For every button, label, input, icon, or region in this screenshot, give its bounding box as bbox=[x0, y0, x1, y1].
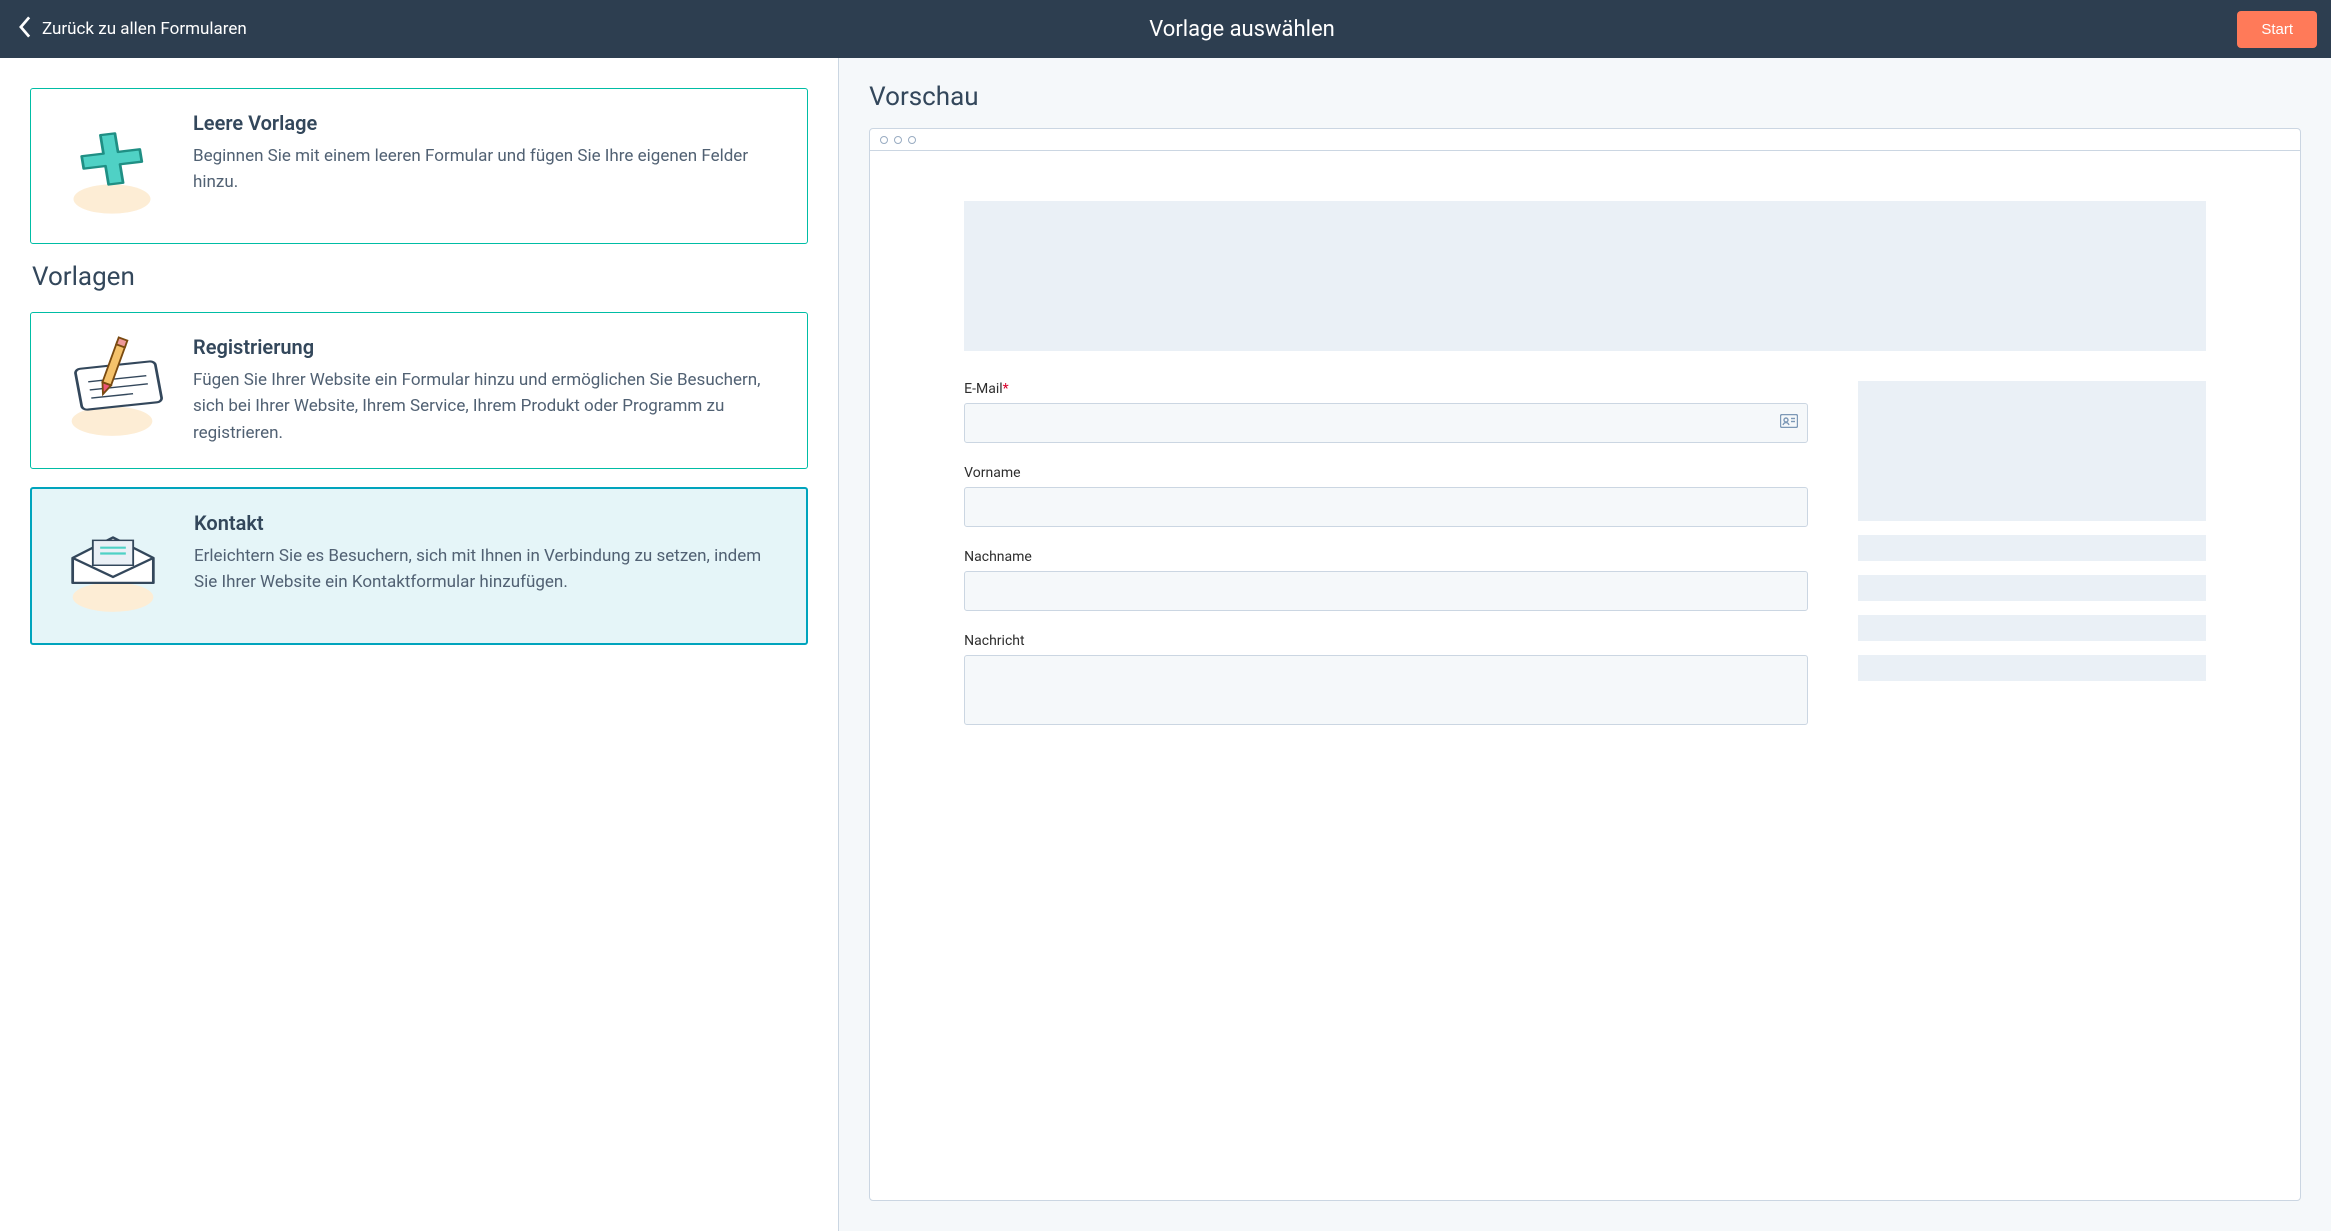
back-link-label: Zurück zu allen Formularen bbox=[42, 19, 247, 39]
field-label: E-Mail* bbox=[964, 381, 1808, 397]
skeleton-line bbox=[1858, 575, 2206, 601]
clipboard-pen-icon bbox=[57, 335, 167, 445]
skeleton-hero bbox=[964, 201, 2206, 351]
preview-frame: E-Mail* Vorname bbox=[869, 128, 2301, 1201]
window-dot-icon bbox=[880, 136, 888, 144]
template-card-content: Kontakt Erleichtern Sie es Besuchern, si… bbox=[194, 511, 780, 596]
template-card-content: Registrierung Fügen Sie Ihrer Website ei… bbox=[193, 335, 781, 446]
preview-form: E-Mail* Vorname bbox=[964, 381, 1808, 729]
preview-columns: E-Mail* Vorname bbox=[964, 381, 2206, 729]
chevron-left-icon bbox=[18, 16, 32, 43]
field-email: E-Mail* bbox=[964, 381, 1808, 443]
main: Leere Vorlage Beginnen Sie mit einem lee… bbox=[0, 58, 2331, 1231]
template-title: Leere Vorlage bbox=[193, 111, 781, 135]
template-card-empty[interactable]: Leere Vorlage Beginnen Sie mit einem lee… bbox=[30, 88, 808, 244]
field-firstname: Vorname bbox=[964, 465, 1808, 527]
field-label: Nachname bbox=[964, 549, 1808, 565]
contact-card-icon bbox=[1780, 414, 1798, 432]
field-message: Nachricht bbox=[964, 633, 1808, 729]
template-desc: Beginnen Sie mit einem leeren Formular u… bbox=[193, 143, 781, 196]
plus-icon bbox=[57, 111, 167, 221]
envelope-icon bbox=[58, 511, 168, 621]
templates-heading: Vorlagen bbox=[32, 262, 808, 292]
field-label: Nachricht bbox=[964, 633, 1808, 649]
preview-sidebar-skeleton bbox=[1858, 381, 2206, 729]
field-label: Vorname bbox=[964, 465, 1808, 481]
skeleton-line bbox=[1858, 615, 2206, 641]
window-dot-icon bbox=[908, 136, 916, 144]
message-input[interactable] bbox=[964, 655, 1808, 725]
field-label-text: E-Mail bbox=[964, 381, 1002, 397]
template-desc: Erleichtern Sie es Besuchern, sich mit I… bbox=[194, 543, 780, 596]
field-lastname: Nachname bbox=[964, 549, 1808, 611]
skeleton-line bbox=[1858, 655, 2206, 681]
top-bar: Zurück zu allen Formularen Vorlage auswä… bbox=[0, 0, 2331, 58]
template-list: Leere Vorlage Beginnen Sie mit einem lee… bbox=[0, 58, 839, 1231]
start-button[interactable]: Start bbox=[2237, 11, 2317, 48]
skeleton-line bbox=[1858, 535, 2206, 561]
preview-body: E-Mail* Vorname bbox=[870, 151, 2300, 1200]
template-desc: Fügen Sie Ihrer Website ein Formular hin… bbox=[193, 367, 781, 446]
template-card-content: Leere Vorlage Beginnen Sie mit einem lee… bbox=[193, 111, 781, 196]
required-asterisk: * bbox=[1003, 381, 1009, 397]
email-input[interactable] bbox=[964, 403, 1808, 443]
fake-browser-bar bbox=[870, 129, 2300, 151]
template-card-registration[interactable]: Registrierung Fügen Sie Ihrer Website ei… bbox=[30, 312, 808, 469]
template-title: Registrierung bbox=[193, 335, 781, 359]
template-card-contact[interactable]: Kontakt Erleichtern Sie es Besuchern, si… bbox=[30, 487, 808, 645]
page-title: Vorlage auswählen bbox=[1149, 17, 1335, 42]
firstname-input[interactable] bbox=[964, 487, 1808, 527]
template-title: Kontakt bbox=[194, 511, 780, 535]
skeleton-block bbox=[1858, 381, 2206, 521]
window-dot-icon bbox=[894, 136, 902, 144]
preview-pane: Vorschau E-Mail* bbox=[839, 58, 2331, 1231]
lastname-input[interactable] bbox=[964, 571, 1808, 611]
preview-heading: Vorschau bbox=[869, 82, 2301, 112]
back-link[interactable]: Zurück zu allen Formularen bbox=[18, 16, 247, 43]
